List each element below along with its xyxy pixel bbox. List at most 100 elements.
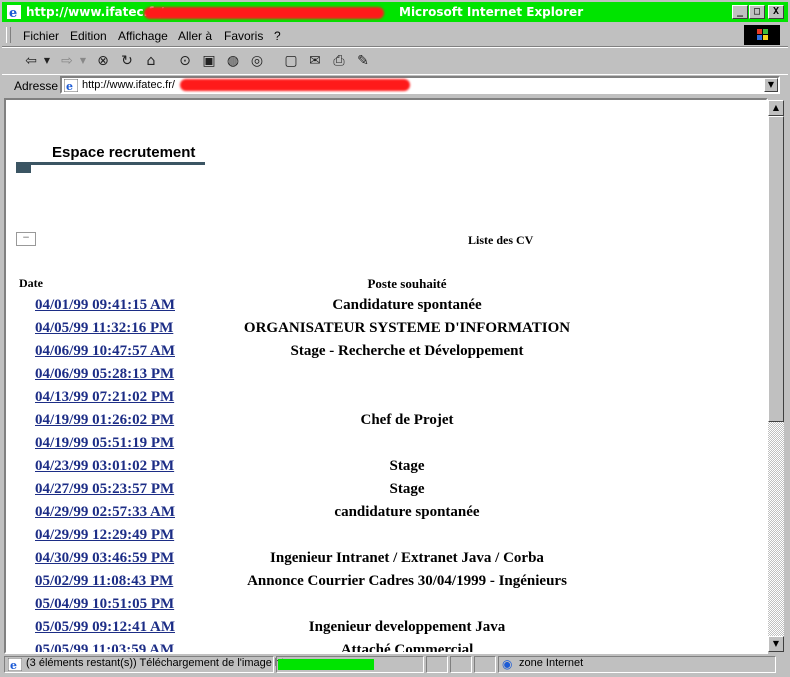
- fullscreen-icon[interactable]: ▢: [282, 52, 300, 70]
- zone-label: zone Internet: [519, 657, 584, 669]
- cv-poste: Candidature spontanée: [332, 297, 482, 313]
- table-row: 05/05/99 11:03:59 AM Attaché Commercial: [6, 642, 766, 654]
- print-icon[interactable]: ⎙: [330, 52, 348, 70]
- minimize-button[interactable]: _: [732, 5, 748, 19]
- toolbar: ⇦ ▼ ⇨ ▼ ⊗ ↻ ⌂ ⊙ ▣ ◍ ◎ ▢ ✉ ⎙ ✎: [2, 47, 788, 75]
- table-row: 04/29/99 12:29:49 PM: [6, 527, 766, 550]
- windows-logo-icon: [744, 25, 780, 45]
- cv-date-link[interactable]: 04/05/99 11:32:16 PM: [35, 320, 173, 337]
- svg-text:e: e: [10, 659, 17, 671]
- history-icon[interactable]: ◍: [224, 52, 242, 70]
- status-cell: [450, 656, 472, 673]
- maximize-button[interactable]: □: [749, 5, 765, 19]
- page-icon: e: [64, 79, 78, 92]
- page-content: Espace recrutement − Liste des CV Date P…: [4, 98, 768, 654]
- list-title: Liste des CV: [468, 233, 534, 247]
- cv-poste: ORGANISATEUR SYSTEME D'INFORMATION: [243, 320, 571, 336]
- channels-icon[interactable]: ◎: [248, 52, 266, 70]
- favorites-icon[interactable]: ▣: [200, 52, 218, 70]
- table-row: 05/02/99 11:08:43 PM Annonce Courrier Cad…: [6, 573, 766, 596]
- cv-date-link[interactable]: 04/06/99 10:47:57 AM: [35, 343, 175, 360]
- page-heading: Espace recrutement: [52, 144, 196, 161]
- globe-icon: ◉: [502, 657, 513, 671]
- svg-text:e: e: [9, 6, 17, 20]
- cv-date-link[interactable]: 05/02/99 11:08:43 PM: [35, 573, 173, 590]
- cv-poste: Annonce Courrier Cadres 30/04/1999 - Ing…: [247, 573, 567, 589]
- app-title: Microsoft Internet Explorer: [399, 5, 584, 19]
- table-row: 04/06/99 10:47:57 AM Stage - Recherche et…: [6, 343, 766, 366]
- cv-date-link[interactable]: 04/27/99 05:23:57 PM: [35, 481, 174, 498]
- heading-underline: [16, 162, 205, 165]
- redaction-mark: [180, 79, 410, 91]
- status-cell: [474, 656, 496, 673]
- progress-bar: [278, 659, 374, 670]
- cv-poste: Stage - Recherche et Développement: [290, 343, 524, 359]
- close-button[interactable]: X: [768, 5, 784, 19]
- page-loading-icon: e: [8, 658, 22, 671]
- table-row: 04/13/99 07:21:02 PM: [6, 389, 766, 412]
- cv-date-link[interactable]: 04/19/99 01:26:02 PM: [35, 412, 174, 429]
- scroll-down-button[interactable]: ▼: [768, 636, 784, 652]
- table-row: 05/04/99 10:51:05 PM: [6, 596, 766, 619]
- address-bar: Adresse e http://www.ifatec.fr/ ▼: [2, 74, 788, 97]
- address-label: Adresse: [14, 79, 59, 93]
- vertical-scrollbar[interactable]: ▲ ▼: [768, 100, 784, 652]
- menu-edition[interactable]: Edition: [70, 29, 107, 43]
- table-row: 04/30/99 03:46:59 PM Ingenieur Intranet /…: [6, 550, 766, 573]
- refresh-icon[interactable]: ↻: [118, 52, 136, 70]
- search-icon[interactable]: ⊙: [176, 52, 194, 70]
- cv-poste: Stage: [389, 458, 425, 474]
- table-row: 04/27/99 05:23:57 PM Stage: [6, 481, 766, 504]
- title-bar[interactable]: e http://www.ifatec.fr/ Microsoft Intern…: [2, 2, 788, 22]
- status-text: (3 éléments restant(s)) Téléchargement d…: [26, 657, 285, 669]
- browser-window: e http://www.ifatec.fr/ Microsoft Intern…: [0, 0, 790, 677]
- menu-aller[interactable]: Aller à: [178, 29, 212, 43]
- cv-poste: Ingenieur Intranet / Extranet Java / Cor…: [270, 550, 544, 566]
- cv-date-link[interactable]: 05/05/99 09:12:41 AM: [35, 619, 175, 636]
- menu-favoris[interactable]: Favoris: [224, 29, 263, 43]
- column-header-poste: Poste souhaité: [367, 276, 447, 291]
- mail-icon[interactable]: ✉: [306, 52, 324, 70]
- cv-date-link[interactable]: 04/01/99 09:41:15 AM: [35, 297, 175, 314]
- menu-bar: Fichier Edition Affichage Aller à Favori…: [2, 24, 788, 47]
- edit-icon[interactable]: ✎: [354, 52, 372, 70]
- cv-date-link[interactable]: 05/05/99 11:03:59 AM: [35, 642, 174, 652]
- cv-date-link[interactable]: 04/06/99 05:28:13 PM: [35, 366, 174, 383]
- cv-date-link[interactable]: 04/19/99 05:51:19 PM: [35, 435, 174, 452]
- address-input[interactable]: e http://www.ifatec.fr/ ▼: [60, 76, 780, 94]
- toolbar-grip[interactable]: [6, 27, 11, 43]
- menu-fichier[interactable]: Fichier: [23, 29, 59, 43]
- address-url: http://www.ifatec.fr/: [82, 79, 175, 91]
- cv-date-link[interactable]: 04/13/99 07:21:02 PM: [35, 389, 174, 406]
- cv-date-link[interactable]: 05/04/99 10:51:05 PM: [35, 596, 174, 613]
- collapse-button[interactable]: −: [16, 232, 36, 246]
- table-row: 04/01/99 09:41:15 AM Candidature spontané…: [6, 297, 766, 320]
- table-row: 04/05/99 11:32:16 PM ORGANISATEUR SYSTEME…: [6, 320, 766, 343]
- back-dropdown-icon[interactable]: ▼: [38, 52, 56, 70]
- cv-date-link[interactable]: 04/29/99 02:57:33 AM: [35, 504, 175, 521]
- cv-date-link[interactable]: 04/30/99 03:46:59 PM: [35, 550, 174, 567]
- table-row: 04/06/99 05:28:13 PM: [6, 366, 766, 389]
- table-row: 04/19/99 01:26:02 PM Chef de Projet: [6, 412, 766, 435]
- stop-icon[interactable]: ⊗: [94, 52, 112, 70]
- redaction-mark: [144, 7, 384, 19]
- table-row: 04/19/99 05:51:19 PM: [6, 435, 766, 458]
- menu-affichage[interactable]: Affichage: [118, 29, 168, 43]
- home-icon[interactable]: ⌂: [142, 52, 160, 70]
- cv-poste: Stage: [389, 481, 425, 497]
- heading-marker: [16, 162, 31, 173]
- address-dropdown-button[interactable]: ▼: [764, 78, 778, 92]
- scroll-thumb[interactable]: [768, 116, 784, 422]
- forward-dropdown-icon[interactable]: ▼: [74, 52, 92, 70]
- menu-help[interactable]: ?: [274, 29, 281, 43]
- table-row: 04/23/99 03:01:02 PM Stage: [6, 458, 766, 481]
- cv-poste: Ingenieur developpement Java: [308, 619, 506, 635]
- cv-poste: Chef de Projet: [360, 412, 454, 428]
- status-bar: e (3 éléments restant(s)) Téléchargement…: [2, 654, 788, 675]
- scroll-up-button[interactable]: ▲: [768, 100, 784, 116]
- cv-date-link[interactable]: 04/23/99 03:01:02 PM: [35, 458, 174, 475]
- cv-date-link[interactable]: 04/29/99 12:29:49 PM: [35, 527, 174, 544]
- cv-poste: Attaché Commercial: [340, 642, 474, 654]
- ie-icon: e: [7, 5, 21, 20]
- svg-text:e: e: [66, 80, 73, 92]
